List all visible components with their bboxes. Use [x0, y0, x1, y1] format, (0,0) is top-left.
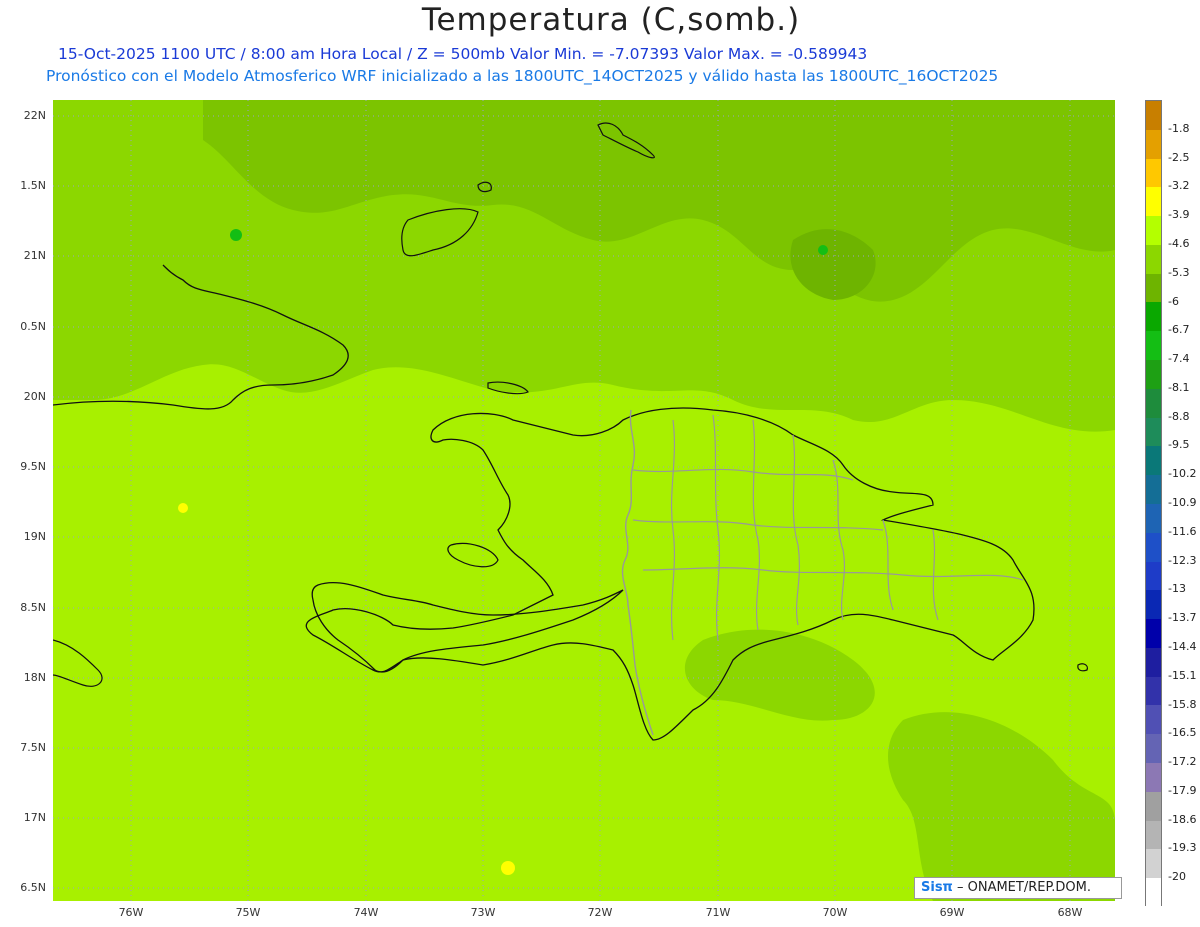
- colorbar-swatch: [1146, 216, 1161, 245]
- lat-label: 19N: [23, 530, 46, 543]
- lat-label: 21N: [23, 249, 46, 262]
- puerto-rico-mona: [1077, 663, 1088, 672]
- credit-box: Sisπ – ONAMET/REP.DOM.: [914, 877, 1122, 899]
- colorbar-label: -10.2: [1168, 467, 1197, 481]
- lat-label: 18N: [23, 671, 46, 684]
- colorbar: [1145, 100, 1162, 907]
- colorbar-label: -10.9: [1168, 496, 1197, 509]
- province-borders: [632, 414, 1024, 641]
- colorbar-label: -17.2: [1168, 755, 1197, 769]
- lon-label: 72W: [587, 906, 613, 919]
- colorbar-label: -9.5: [1168, 438, 1190, 452]
- gonave-island: [447, 542, 499, 568]
- southwest-peninsula: [311, 581, 624, 673]
- colorbar-label: -5.3: [1168, 265, 1190, 279]
- colorbar-label: -16.5: [1168, 726, 1197, 740]
- lat-label: 9.5N: [20, 460, 46, 473]
- colorbar-swatch: [1146, 417, 1161, 447]
- chart-title: Temperatura (C,somb.): [421, 2, 801, 38]
- colorbar-swatch: [1146, 849, 1161, 879]
- colorbar-label: -8.8: [1168, 409, 1190, 423]
- contour-band-5.3-center: [684, 629, 875, 721]
- lon-label: 69W: [939, 906, 965, 919]
- colorbar-swatch: [1146, 762, 1161, 792]
- lat-label: 22N: [23, 109, 46, 122]
- lat-label: 8.5N: [20, 601, 46, 614]
- colorbar-swatch: [1146, 446, 1161, 476]
- lon-label: 75W: [235, 906, 261, 919]
- colorbar-swatch: [1146, 244, 1161, 274]
- lon-label: 73W: [470, 906, 496, 919]
- colorbar-swatch: [1146, 619, 1161, 648]
- lat-label: 7.5N: [20, 741, 46, 754]
- lat-label: 6.5N: [20, 881, 46, 894]
- lat-label: 0.5N: [20, 320, 46, 333]
- colorbar-label: -18.6: [1168, 812, 1197, 826]
- jamaica: [53, 639, 103, 687]
- colorbar-label: -8.1: [1168, 380, 1190, 394]
- colorbar-swatch: [1146, 158, 1161, 188]
- colorbar-swatch: [1146, 532, 1161, 562]
- colorbar-label: -13.7: [1168, 611, 1197, 625]
- colorbar-swatch: [1146, 129, 1161, 159]
- colorbar-label: -6.7: [1168, 323, 1190, 337]
- colorbar-swatch: [1146, 331, 1161, 361]
- colorbar-label: -14.4: [1168, 639, 1197, 653]
- colorbar-label: -2.5: [1168, 150, 1190, 164]
- colorbar-label: -15.1: [1168, 668, 1197, 682]
- warm-spot: [501, 861, 515, 875]
- colorbar-swatch: [1146, 388, 1161, 418]
- colorbar-swatch: [1146, 734, 1161, 763]
- colorbar-swatch: [1146, 647, 1161, 677]
- colorbar-label: -17.9: [1168, 783, 1197, 797]
- colorbar-swatch: [1146, 705, 1161, 735]
- colorbar-swatch: [1146, 273, 1161, 303]
- credit-text: – ONAMET/REP.DOM.: [952, 880, 1091, 895]
- colorbar-label: -3.2: [1168, 179, 1190, 193]
- colorbar-swatch: [1146, 503, 1161, 533]
- lat-label: 17N: [23, 811, 46, 824]
- colorbar-label: -3.9: [1168, 208, 1190, 222]
- colorbar-label: -12.3: [1168, 553, 1197, 567]
- warm-spot: [178, 503, 188, 513]
- colorbar-swatch: [1146, 475, 1161, 504]
- colorbar-swatch: [1146, 187, 1161, 217]
- colorbar-label: -6: [1168, 294, 1179, 308]
- map-layer: [53, 100, 1115, 901]
- colorbar-swatch: [1146, 590, 1161, 620]
- temperature-map: [53, 100, 1115, 901]
- lon-label: 74W: [353, 906, 379, 919]
- colorbar-swatch: [1146, 101, 1161, 130]
- colorbar-swatch: [1146, 676, 1161, 706]
- colorbar-label: -13: [1168, 582, 1186, 596]
- cold-spot: [230, 229, 242, 241]
- colorbar-swatch: [1146, 878, 1161, 907]
- subtitle-date-values: 15-Oct-2025 1100 UTC / 8:00 am Hora Loca…: [58, 45, 868, 63]
- colorbar-label: -19.3: [1168, 841, 1197, 855]
- colorbar-label: -15.8: [1168, 697, 1197, 711]
- hispaniola-coast: [305, 407, 1035, 741]
- colorbar-swatch: [1146, 302, 1161, 332]
- colorbar-label: -11.6: [1168, 524, 1197, 538]
- colorbar-label: -20: [1168, 870, 1186, 884]
- colorbar-label: -7.4: [1168, 352, 1190, 366]
- lon-label: 71W: [705, 906, 731, 919]
- subtitle-model-info: Pronóstico con el Modelo Atmosferico WRF…: [46, 67, 999, 85]
- contour-band-5.3-south: [888, 712, 1115, 901]
- colorbar-swatch: [1146, 561, 1161, 591]
- colorbar-swatch: [1146, 820, 1161, 850]
- lon-label: 70W: [822, 906, 848, 919]
- lat-label: 1.5N: [20, 179, 46, 192]
- lat-label: 20N: [23, 390, 46, 403]
- haiti-dr-border: [621, 409, 654, 736]
- colorbar-swatch: [1146, 791, 1161, 821]
- lon-label: 68W: [1057, 906, 1083, 919]
- sisppi-logo: Sisπ: [921, 880, 953, 895]
- colorbar-swatch: [1146, 360, 1161, 389]
- colorbar-label: -1.8: [1168, 121, 1190, 135]
- lon-label: 76W: [118, 906, 144, 919]
- colorbar-label: -4.6: [1168, 236, 1190, 250]
- cold-spot: [818, 245, 828, 255]
